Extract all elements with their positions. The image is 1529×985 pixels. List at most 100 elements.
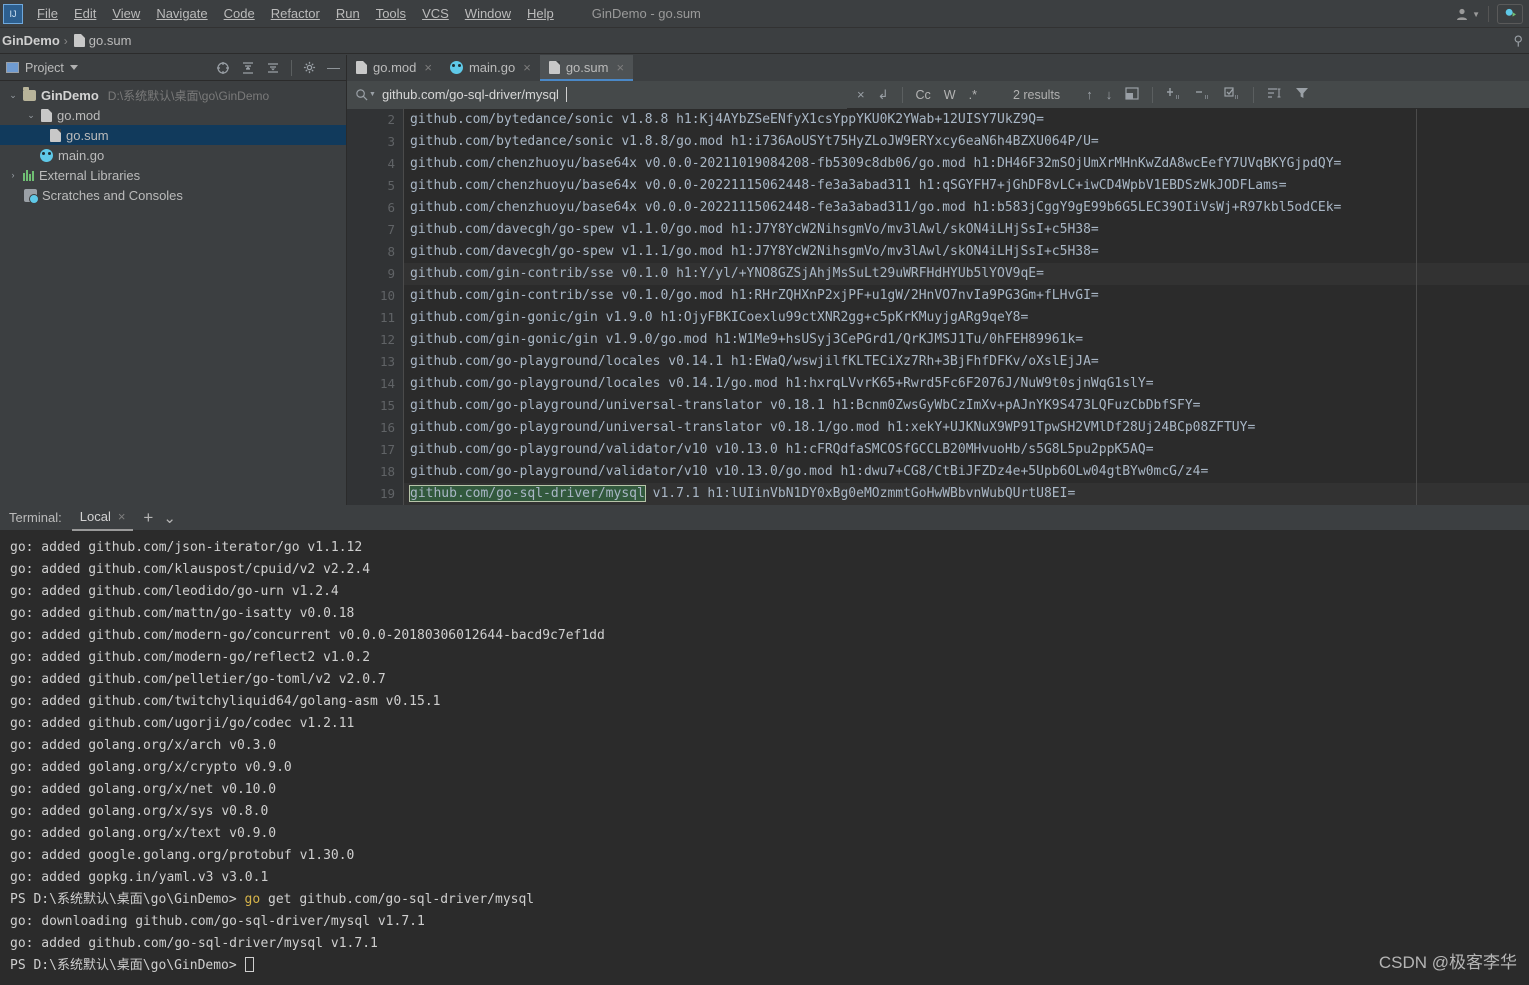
code-line[interactable]: github.com/go-playground/locales v0.14.1… [404, 373, 1529, 395]
tab-go-mod[interactable]: go.mod × [347, 55, 441, 81]
expand-all-icon[interactable] [241, 61, 255, 75]
code-line[interactable]: github.com/chenzhuoyu/base64x v0.0.0-202… [404, 197, 1529, 219]
menu-item-tools[interactable]: Tools [368, 3, 414, 24]
code-line[interactable]: github.com/chenzhuoyu/base64x v0.0.0-202… [404, 153, 1529, 175]
tree-item-gindemo[interactable]: ⌄ GinDemo D:\系统默认\桌面\go\GinDemo [0, 85, 346, 105]
code-line[interactable]: github.com/gin-gonic/gin v1.9.0/go.mod h… [404, 329, 1529, 351]
find-previous-icon[interactable]: ↑ [1086, 87, 1093, 102]
terminal-header: Terminal: Local × + ⌄ [0, 505, 1529, 531]
code-line[interactable]: github.com/go-playground/universal-trans… [404, 417, 1529, 439]
match-case-toggle[interactable]: Cc [916, 88, 931, 102]
code-lines[interactable]: github.com/bytedance/sonic v1.8.8 h1:Kj4… [403, 109, 1529, 505]
tree-item-go-sum[interactable]: go.sum [0, 125, 346, 145]
tree-item-label: Scratches and Consoles [42, 187, 183, 203]
code-line[interactable]: github.com/go-playground/validator/v10 v… [404, 461, 1529, 483]
tree-item-label: main.go [58, 147, 105, 163]
code-line[interactable]: github.com/gin-gonic/gin v1.9.0 h1:OjyFB… [404, 307, 1529, 329]
terminal-cursor [244, 957, 254, 972]
open-in-find-window-icon[interactable] [1125, 86, 1139, 103]
terminal-line: go: added golang.org/x/crypto v0.9.0 [10, 760, 292, 775]
code-line[interactable]: github.com/go-playground/locales v0.14.1… [404, 351, 1529, 373]
terminal-line: go: added gopkg.in/yaml.v3 v3.0.1 [10, 870, 269, 885]
sort-icon[interactable] [1267, 86, 1282, 103]
chevron-right-icon[interactable]: › [8, 170, 18, 180]
chevron-down-icon[interactable]: ⌄ [8, 90, 18, 101]
toolbar-divider [1253, 86, 1255, 103]
menu-item-code[interactable]: Code [216, 3, 263, 24]
close-icon[interactable]: × [424, 60, 432, 75]
regex-toggle[interactable]: .* [969, 88, 977, 102]
file-icon [73, 34, 85, 47]
tree-item-path: D:\系统默认\桌面\go\GinDemo [107, 88, 270, 103]
terminal-tab-local[interactable]: Local × [71, 505, 134, 531]
chevron-down-icon[interactable]: ⌄ [163, 509, 176, 527]
menu-item-refactor[interactable]: Refactor [263, 3, 328, 24]
breadcrumb-file[interactable]: go.sum [72, 33, 134, 48]
menu-bar: IJ File Edit View Navigate Code Refactor… [0, 0, 1529, 28]
search-results-count: 2 results [1012, 87, 1061, 102]
tree-item-go-mod[interactable]: ⌄ go.mod [0, 105, 346, 125]
tab-go-sum[interactable]: go.sum × [539, 55, 634, 81]
code-line[interactable]: github.com/go-playground/validator/v10 v… [404, 439, 1529, 461]
watermark: CSDN @极客李华 [1378, 953, 1517, 972]
code-line[interactable]: github.com/chenzhuoyu/base64x v0.0.0-202… [404, 175, 1529, 197]
code-line[interactable]: github.com/bytedance/sonic v1.8.8/go.mod… [404, 131, 1529, 153]
menu-item-edit[interactable]: Edit [66, 3, 104, 24]
code-line[interactable]: github.com/go-playground/universal-trans… [404, 395, 1529, 417]
user-avatar-icon[interactable]: ▼ [1455, 7, 1480, 21]
library-icon [23, 169, 34, 181]
code-line[interactable]: github.com/go-sql-driver/mysql v1.7.1 h1… [404, 483, 1529, 505]
add-selection-icon[interactable] [1166, 86, 1182, 103]
file-icon [548, 60, 560, 74]
close-icon[interactable]: × [523, 60, 531, 75]
menu-item-file[interactable]: File [29, 3, 66, 24]
run-configuration-icon[interactable] [1497, 4, 1523, 24]
settings-icon[interactable] [303, 61, 316, 74]
select-all-occurrences-icon[interactable] [1224, 86, 1240, 103]
line-number: 7 [387, 222, 395, 237]
menu-item-navigate[interactable]: Navigate [148, 3, 215, 24]
terminal-line: go: added golang.org/x/arch v0.3.0 [10, 738, 277, 753]
line-number: 3 [387, 134, 395, 149]
tab-label: go.sum [565, 59, 609, 75]
menu-item-help[interactable]: Help [519, 3, 562, 24]
find-next-icon[interactable]: ↓ [1106, 87, 1113, 102]
breadcrumb-project[interactable]: GinDemo [2, 33, 60, 48]
clear-search-icon[interactable]: × [857, 87, 865, 102]
code-editor[interactable]: 2 3 4 5 6 7 8 9 10 11 12 13 14 15 16 17 18 19 github.com/… [347, 109, 1529, 505]
words-toggle[interactable]: W [944, 88, 956, 102]
tree-item-scratches[interactable]: Scratches and Consoles [0, 185, 346, 205]
terminal-line: go: added github.com/go-sql-driver/mysql… [10, 936, 378, 951]
hide-panel-icon[interactable]: — [327, 61, 340, 74]
menu-item-window[interactable]: Window [457, 3, 519, 24]
tab-label: go.mod [373, 59, 417, 75]
new-terminal-icon[interactable]: + [143, 508, 153, 528]
go-file-icon [40, 148, 53, 162]
tree-item-main-go[interactable]: main.go [0, 145, 346, 165]
terminal-output[interactable]: go: added github.com/json-iterator/go v1… [0, 531, 1529, 985]
remove-selection-icon[interactable] [1195, 86, 1211, 103]
tree-item-external-libraries[interactable]: › External Libraries [0, 165, 346, 185]
project-panel-title-group[interactable]: Project [6, 61, 78, 75]
filter-icon[interactable] [1295, 86, 1309, 103]
code-line[interactable]: github.com/davecgh/go-spew v1.1.1/go.mod… [404, 241, 1529, 263]
menu-item-view[interactable]: View [104, 3, 148, 24]
menu-item-vcs[interactable]: VCS [414, 3, 457, 24]
search-everywhere-icon[interactable]: ⚲ [1513, 33, 1523, 49]
code-line[interactable]: github.com/bytedance/sonic v1.8.8 h1:Kj4… [404, 109, 1529, 131]
code-line[interactable]: github.com/gin-contrib/sse v0.1.0/go.mod… [404, 285, 1529, 307]
locate-icon[interactable] [216, 61, 230, 75]
search-history-icon[interactable]: ↲ [878, 87, 889, 103]
tab-main-go[interactable]: main.go × [441, 55, 540, 81]
close-icon[interactable]: × [118, 509, 126, 524]
project-panel-toolbar: — [216, 59, 340, 76]
code-line[interactable]: github.com/davecgh/go-spew v1.1.0/go.mod… [404, 219, 1529, 241]
menu-item-run[interactable]: Run [328, 3, 368, 24]
chevron-down-icon[interactable]: ⌄ [26, 110, 36, 121]
search-input[interactable]: ▼ github.com/go-sql-driver/mysql [347, 80, 847, 109]
close-icon[interactable]: × [616, 60, 624, 75]
code-line[interactable]: github.com/gin-contrib/sse v0.1.0 h1:Y/y… [404, 263, 1529, 285]
chevron-down-icon[interactable] [69, 65, 78, 70]
collapse-all-icon[interactable] [266, 61, 280, 75]
terminal-line: go: added github.com/json-iterator/go v1… [10, 540, 363, 555]
